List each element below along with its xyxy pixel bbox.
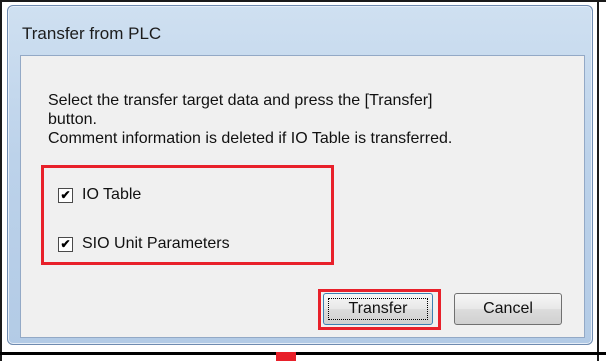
instruction-line-1: Select the transfer target data and pres…: [48, 92, 433, 109]
transfer-from-plc-dialog: Transfer from PLC Select the transfer ta…: [7, 5, 593, 345]
instruction-line-2: button.: [48, 111, 97, 128]
highlight-box-options: [41, 165, 334, 265]
screen-edge-left: [0, 0, 2, 361]
title-bar[interactable]: Transfer from PLC: [7, 5, 593, 55]
instruction-line-3: Comment information is deleted if IO Tab…: [48, 130, 453, 147]
instruction-text: Select the transfer target data and pres…: [48, 91, 568, 148]
highlight-box-transfer: [318, 289, 441, 330]
screen-edge-bottom: [0, 352, 606, 355]
cancel-button[interactable]: Cancel: [454, 293, 562, 325]
window-title: Transfer from PLC: [22, 24, 162, 43]
screen-edge-top: [0, 0, 606, 2]
highlight-marker: [276, 352, 296, 361]
screen-edge-right: [597, 0, 599, 361]
